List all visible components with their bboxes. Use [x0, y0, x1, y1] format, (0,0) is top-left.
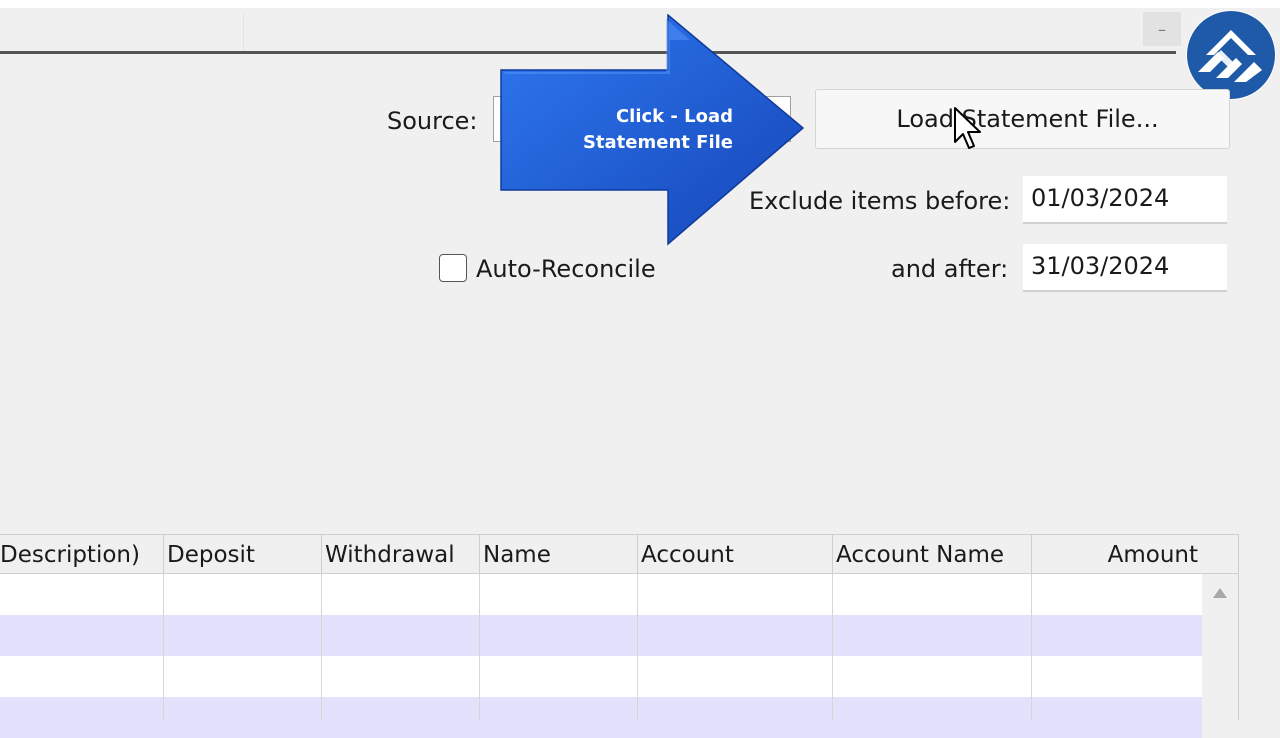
column-header-amount[interactable]: Amount — [1032, 535, 1238, 573]
column-header-account-name[interactable]: Account Name — [833, 535, 1032, 573]
exclude-before-date-field[interactable]: 01/03/2024 — [1023, 176, 1227, 224]
callout-text: Click - Load Statement File — [553, 104, 733, 156]
source-label: Source: — [387, 107, 478, 135]
column-header-name[interactable]: Name — [480, 535, 638, 573]
table-row[interactable] — [0, 615, 1202, 656]
minimize-button[interactable]: – — [1143, 12, 1181, 46]
column-divider — [1031, 574, 1032, 720]
load-statement-file-button[interactable]: Load Statement File... — [815, 89, 1230, 149]
column-header-deposit[interactable]: Deposit — [164, 535, 322, 573]
transactions-grid: Description) Deposit Withdrawal Name Acc… — [0, 534, 1240, 738]
scroll-up-arrow-icon[interactable] — [1213, 588, 1227, 598]
column-divider — [163, 574, 164, 720]
minimize-icon: – — [1158, 20, 1166, 39]
tab-separator — [243, 14, 244, 54]
auto-reconcile-label[interactable]: Auto-Reconcile — [476, 255, 656, 283]
column-divider — [832, 574, 833, 720]
callout-line-1: Click - Load — [615, 106, 733, 127]
callout-line-2: Statement File — [582, 132, 733, 153]
brand-logo-icon — [1186, 10, 1276, 100]
column-header-description[interactable]: Description) — [0, 535, 164, 573]
window-top-edge — [0, 0, 1280, 8]
column-header-withdrawal[interactable]: Withdrawal — [322, 535, 480, 573]
grid-body — [0, 574, 1202, 738]
column-header-account[interactable]: Account — [638, 535, 833, 573]
table-row[interactable] — [0, 656, 1202, 697]
grid-header: Description) Deposit Withdrawal Name Acc… — [0, 534, 1239, 574]
and-after-label: and after: — [891, 255, 1009, 283]
auto-reconcile-checkbox[interactable] — [439, 254, 467, 282]
column-divider — [637, 574, 638, 720]
column-divider — [321, 574, 322, 720]
vertical-scrollbar[interactable] — [1202, 574, 1239, 720]
table-row[interactable] — [0, 574, 1202, 615]
table-row[interactable] — [0, 697, 1202, 738]
column-divider — [479, 574, 480, 720]
mouse-pointer-icon — [953, 106, 985, 152]
and-after-date-field[interactable]: 31/03/2024 — [1023, 244, 1227, 292]
